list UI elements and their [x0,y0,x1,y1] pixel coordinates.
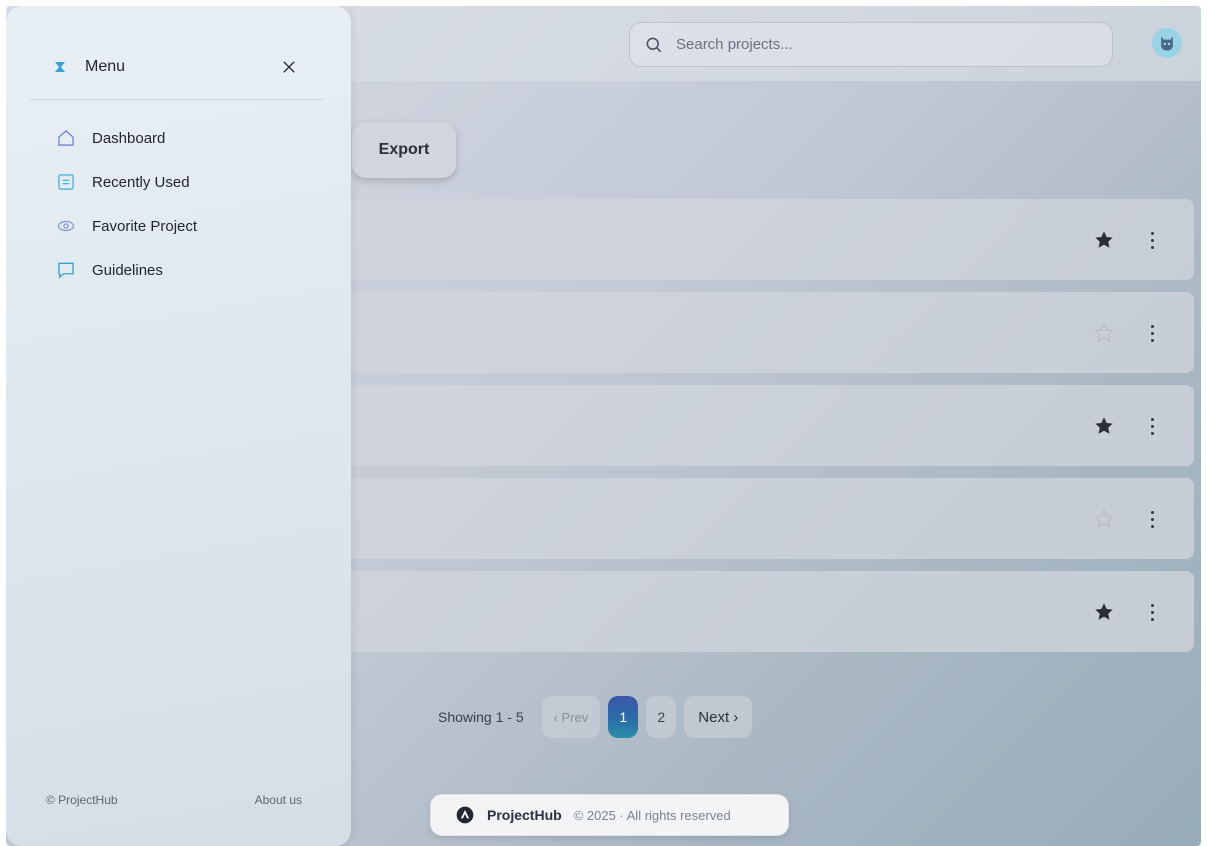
drawer-copyright: © ProjectHub [46,793,118,807]
eye-icon [57,220,75,232]
app-window: Export Showing 1 - 5 ‹ Prev 1 2 Next › [6,6,1201,846]
avatar[interactable] [1152,28,1182,58]
more-options-icon[interactable] [1146,413,1158,439]
star-outline-icon[interactable] [1093,322,1115,344]
search-bar[interactable] [629,22,1113,67]
more-options-icon[interactable] [1146,320,1158,346]
close-icon [283,61,295,73]
nav-item-guidelines[interactable]: Guidelines [56,248,197,292]
nav-item-label: Guidelines [92,261,163,279]
drawer-footer: © ProjectHub About us [46,793,302,807]
search-icon [646,37,662,52]
prev-page-button[interactable]: ‹ Prev [541,696,601,738]
page-2-button[interactable]: 2 [646,696,677,738]
nav-item-label: Dashboard [92,129,166,147]
nav-item-dashboard[interactable]: Dashboard [56,116,197,160]
nav-item-recently-used[interactable]: Recently Used [56,160,197,204]
home-icon [58,130,74,146]
footer-copyright: © 2025 · All rights reserved [573,807,731,823]
search-input[interactable] [676,36,1076,53]
pagination: Showing 1 - 5 ‹ Prev 1 2 Next › [438,695,753,739]
more-options-icon[interactable] [1146,599,1158,625]
footer-brand: ProjectHub [487,807,562,823]
about-us-link[interactable]: About us [255,793,302,807]
side-drawer: Menu Dashboard Recently Used Favorite Pr… [6,6,351,846]
more-options-icon[interactable] [1146,227,1158,253]
more-options-icon[interactable] [1146,506,1158,532]
brand-logo-icon [456,806,474,824]
pagination-info: Showing 1 - 5 [438,709,524,725]
nav-item-favorite-project[interactable]: Favorite Project [56,204,197,248]
drawer-nav: Dashboard Recently Used Favorite Project… [56,116,197,292]
chat-icon [58,262,74,279]
export-button[interactable]: Export [352,122,456,178]
drawer-header: Menu [30,46,324,100]
star-filled-icon[interactable] [1093,601,1115,623]
nav-item-label: Recently Used [92,173,190,191]
close-drawer-button[interactable] [276,54,302,80]
page-1-button[interactable]: 1 [608,696,639,738]
star-filled-icon[interactable] [1093,229,1115,251]
star-outline-icon[interactable] [1093,508,1115,530]
star-filled-icon[interactable] [1093,415,1115,437]
footer-bar: ProjectHub © 2025 · All rights reserved [430,794,789,836]
nav-item-label: Favorite Project [92,217,198,235]
menu-logo-icon [55,62,65,72]
cat-avatar-icon [1161,36,1173,51]
drawer-title: Menu [85,58,126,75]
list-icon [58,174,74,190]
next-page-button[interactable]: Next › [684,696,753,738]
